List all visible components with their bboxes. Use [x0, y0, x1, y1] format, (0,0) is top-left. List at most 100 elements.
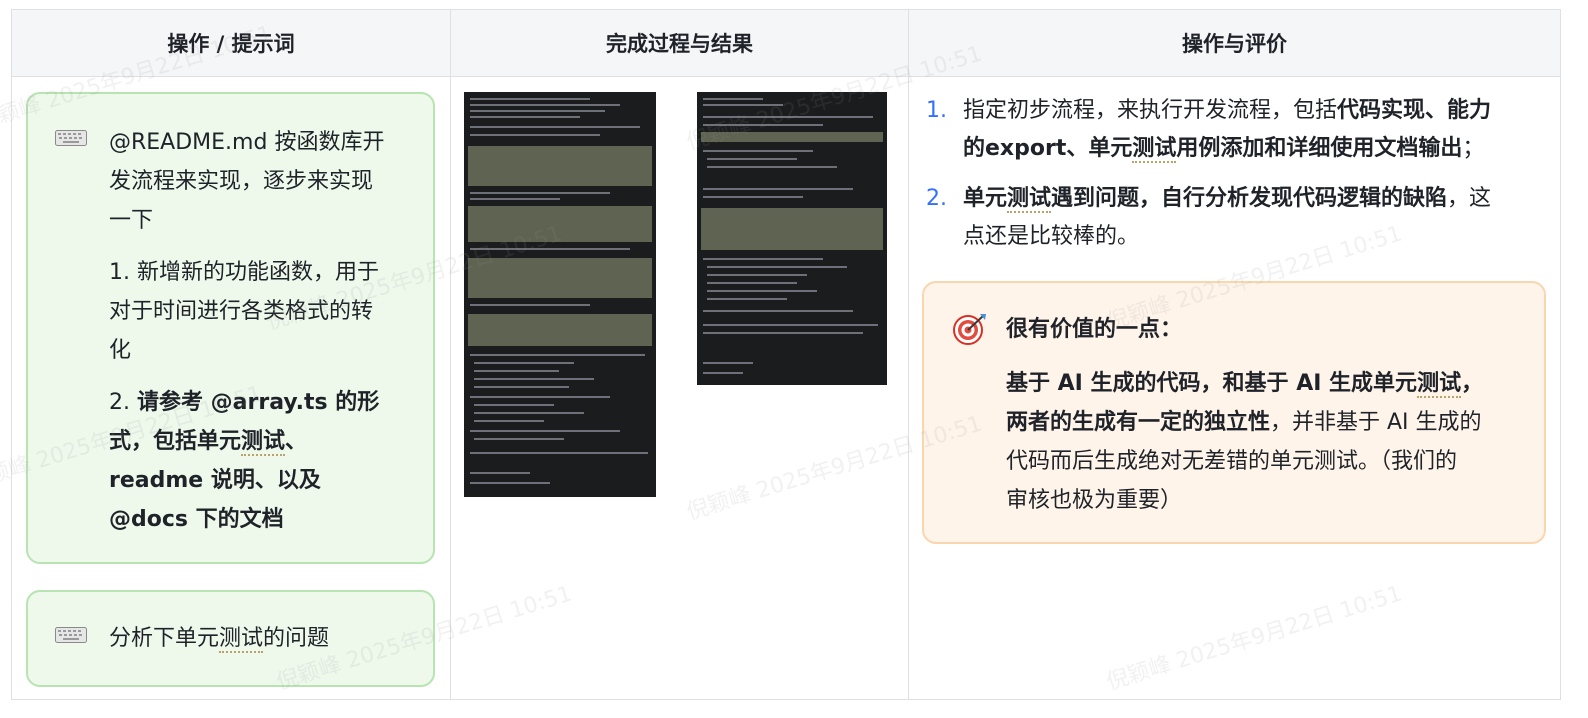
text-line [470, 126, 640, 128]
bold-text: ， [1461, 371, 1484, 396]
plain-text: ，并非基于 AI 生成的 [1270, 410, 1482, 435]
bold-text: 很有价值的一点： [1006, 317, 1183, 342]
bold-text: 两者的生成有一定的独立性 [1006, 410, 1271, 435]
text-line [474, 404, 554, 406]
text-line [707, 282, 797, 284]
text-line [707, 290, 817, 292]
spellcheck-word: 测试 [241, 429, 286, 456]
text-line [474, 420, 544, 422]
text-line [703, 98, 763, 100]
column-divider [908, 10, 909, 699]
text-line [470, 452, 648, 454]
process-screenshot-2[interactable] [697, 92, 887, 385]
prompt-line: @README.md 按函数库开 [109, 130, 385, 155]
text-line [707, 158, 797, 160]
header-evaluation-text: 操作与评价 [1182, 32, 1287, 56]
list-number: 2. [926, 186, 947, 211]
text-line [703, 188, 853, 190]
list-number: 2. [109, 390, 137, 415]
bold-text: 单元 [963, 186, 1008, 211]
text-line [470, 134, 600, 136]
text-line [470, 104, 620, 106]
bold-text: 用例添加和详细使用文档输出 [1176, 136, 1463, 161]
column-divider [450, 10, 451, 699]
prompt-callout-2: 分析下单元测试的问题 [26, 590, 435, 687]
plain-text: 点还是比较棒的。 [963, 224, 1140, 249]
bold-text: 基于 AI 生成的代码，和基于 AI 生成单元 [1006, 371, 1418, 396]
text-line [703, 324, 878, 326]
bold-text: 请参考 @array.ts 的形 [136, 390, 380, 415]
target-icon [953, 314, 986, 345]
keyboard-icon [55, 627, 87, 643]
header-process: 完成过程与结果 [451, 10, 908, 77]
bold-text: 遇到问题，自行分析发现代码逻辑的缺陷 [1051, 186, 1448, 211]
bold-text: 代码实现、能力 [1337, 98, 1492, 123]
text-line [703, 124, 823, 126]
text-line [707, 266, 847, 268]
prompt-text: 分析下单元 [109, 626, 220, 651]
spellcheck-word: 测试 [1417, 371, 1462, 398]
prompt-text: 的问题 [263, 626, 330, 651]
text-line [470, 304, 590, 306]
code-block [468, 314, 652, 346]
highlight-title: 很有价值的一点： [1006, 310, 1182, 349]
prompt-line: 1. 新增新的功能函数，用于 [109, 260, 379, 285]
text-line [703, 372, 743, 374]
text-line [470, 198, 560, 200]
bold-text: 的export、单元 [963, 136, 1133, 161]
bold-text: readme 说明、以及 [109, 468, 321, 493]
text-line [703, 258, 823, 260]
highlight-callout: 很有价值的一点： 基于 AI 生成的代码，和基于 AI 生成单元测试， 两者的生… [922, 281, 1546, 544]
prompt-line: 发流程来实现，逐步来实现 [109, 169, 374, 194]
prompt-line: 一下 [109, 208, 154, 233]
code-block [468, 206, 652, 242]
text-line [703, 104, 783, 106]
header-prompt: 操作 / 提示词 [12, 10, 450, 77]
text-line [474, 370, 559, 372]
text-line [470, 472, 530, 474]
prompt-line: 对于时间进行各类格式的转 [109, 299, 374, 324]
prompt-callout-1: @README.md 按函数库开 发流程来实现，逐步来实现 一下 1. 新增新的… [26, 92, 435, 564]
spellcheck-word: 测试 [219, 626, 264, 653]
text-line [703, 116, 873, 118]
text-line [474, 378, 594, 380]
text-line [470, 98, 590, 100]
bold-text: 式，包括单元 [109, 429, 242, 454]
prompt-1-item-2: 2. 请参考 @array.ts 的形 式，包括单元测试、 readme 说明、… [109, 383, 379, 539]
text-line [703, 332, 863, 334]
evaluation-item-2: 单元测试遇到问题，自行分析发现代码逻辑的缺陷，这 点还是比较棒的。 [963, 180, 1491, 256]
text-line [703, 196, 803, 198]
spellcheck-word: 测试 [1132, 136, 1177, 163]
plain-text: 审核也极为重要） [1006, 488, 1183, 513]
header-process-text: 完成过程与结果 [606, 32, 753, 56]
header-evaluation: 操作与评价 [909, 10, 1560, 77]
highlight-body: 基于 AI 生成的代码，和基于 AI 生成单元测试， 两者的生成有一定的独立性，… [1006, 364, 1483, 520]
plain-text: ，这 [1447, 186, 1492, 211]
text-line [470, 248, 630, 250]
text-line [703, 150, 813, 152]
prompt-line: 化 [109, 338, 132, 363]
code-block [701, 208, 883, 250]
text-line [470, 192, 610, 194]
bold-text: 、 [285, 429, 308, 454]
text-line [703, 310, 853, 312]
header-prompt-text: 操作 / 提示词 [167, 32, 295, 56]
text-line [707, 166, 837, 168]
prompt-1-item-1: 1. 新增新的功能函数，用于 对于时间进行各类格式的转 化 [109, 253, 379, 370]
prompt-2-text: 分析下单元测试的问题 [109, 619, 329, 658]
text-line [470, 396, 610, 398]
text-line [474, 438, 564, 440]
plain-text: 指定初步流程，来执行开发流程，包括 [963, 98, 1338, 123]
text-line [474, 362, 574, 364]
text-line [470, 110, 605, 112]
process-screenshot-1[interactable] [464, 92, 656, 497]
code-block [468, 146, 652, 186]
text-line [474, 412, 584, 414]
code-block [701, 132, 883, 142]
text-line [470, 354, 645, 356]
text-line [707, 298, 787, 300]
text-line [470, 482, 550, 484]
spellcheck-word: 测试 [1007, 186, 1052, 213]
text-line [470, 430, 620, 432]
text-line [707, 274, 807, 276]
